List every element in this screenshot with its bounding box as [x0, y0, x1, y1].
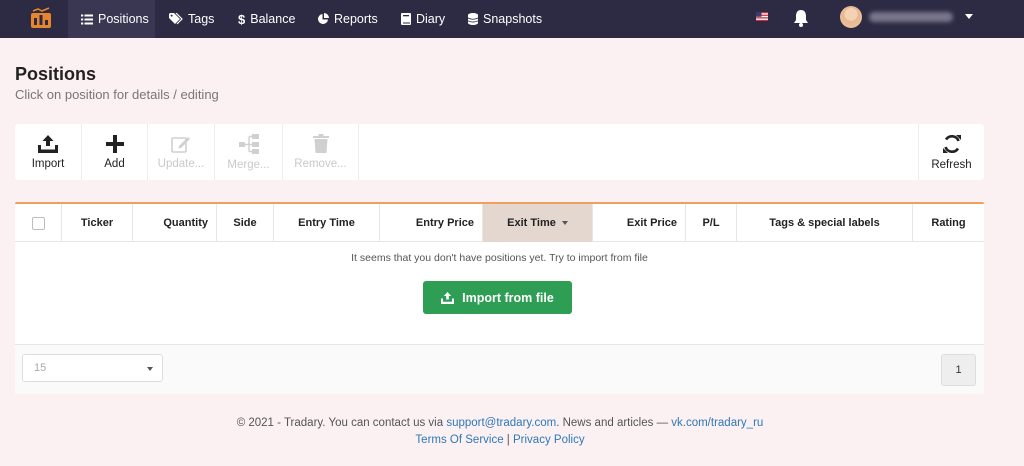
- page-size-value: 15: [34, 362, 47, 374]
- merge-button-label: Merge...: [227, 158, 270, 171]
- nav-positions[interactable]: Positions: [68, 0, 155, 38]
- list-icon: [81, 14, 93, 24]
- footer-separator: |: [503, 434, 513, 446]
- chevron-down-icon: [147, 367, 153, 371]
- table-header: Ticker Quantity Side Entry Time Entry Pr…: [15, 204, 984, 242]
- nav-balance[interactable]: $ Balance: [238, 0, 295, 38]
- nav-reports[interactable]: Reports: [317, 0, 378, 38]
- positions-table: Ticker Quantity Side Entry Time Entry Pr…: [15, 202, 984, 394]
- nav-reports-label: Reports: [334, 12, 378, 26]
- dollar-icon: $: [238, 11, 246, 27]
- add-button[interactable]: Add: [82, 124, 148, 180]
- privacy-link[interactable]: Privacy Policy: [513, 434, 585, 446]
- merge-icon: [238, 133, 259, 154]
- remove-button[interactable]: Remove...: [283, 124, 359, 180]
- refresh-icon: [942, 134, 961, 153]
- nav-snapshots-label: Snapshots: [483, 12, 543, 26]
- tradary-logo-icon[interactable]: [30, 7, 52, 29]
- col-ticker[interactable]: Ticker: [62, 204, 133, 242]
- table-footer: 15 1: [15, 344, 984, 394]
- select-all-cell: [15, 204, 62, 242]
- col-quantity[interactable]: Quantity: [133, 204, 217, 242]
- plus-icon: [105, 134, 124, 153]
- import-from-file-button[interactable]: Import from file: [423, 281, 572, 314]
- vk-link[interactable]: vk.com/tradary_ru: [671, 417, 763, 429]
- col-exit-price[interactable]: Exit Price: [593, 204, 686, 242]
- col-entry-time[interactable]: Entry Time: [274, 204, 380, 242]
- col-tags[interactable]: Tags & special labels: [737, 204, 913, 242]
- upload-icon: [441, 291, 455, 304]
- database-icon: [468, 13, 478, 25]
- col-entry-price[interactable]: Entry Price: [380, 204, 483, 242]
- add-button-label: Add: [104, 157, 125, 170]
- support-email-link[interactable]: support@tradary.com: [446, 417, 556, 429]
- nav-diary[interactable]: Diary: [401, 0, 445, 38]
- import-from-file-label: Import from file: [462, 290, 554, 305]
- col-pl[interactable]: P/L: [686, 204, 737, 242]
- trash-icon: [312, 134, 329, 153]
- nav-balance-label: Balance: [250, 12, 296, 26]
- select-all-checkbox[interactable]: [31, 216, 45, 230]
- nav-tags[interactable]: Tags: [169, 0, 214, 38]
- tag-icon: [169, 13, 183, 25]
- import-button-label: Import: [31, 157, 65, 170]
- terms-link[interactable]: Terms Of Service: [415, 434, 503, 446]
- footer-legal: Terms Of Service | Privacy Policy: [0, 434, 1000, 446]
- nav-positions-label: Positions: [98, 12, 149, 26]
- update-button-label: Update...: [157, 157, 205, 170]
- import-button[interactable]: Import: [15, 124, 82, 180]
- sort-desc-icon: [561, 221, 568, 225]
- username-blurred[interactable]: [869, 12, 953, 22]
- nav-tags-label: Tags: [188, 12, 215, 26]
- update-button[interactable]: Update...: [148, 124, 215, 180]
- user-avatar[interactable]: [840, 6, 862, 28]
- col-exit-time-label: Exit Time: [507, 217, 556, 229]
- bell-icon[interactable]: [793, 9, 809, 27]
- us-flag-icon[interactable]: [756, 12, 768, 21]
- positions-toolbar: Import Add Update... Merge... Remove...: [15, 124, 984, 180]
- pie-chart-icon: [318, 13, 329, 24]
- page-size-select[interactable]: 15: [22, 354, 163, 382]
- book-icon: [401, 13, 411, 25]
- col-rating[interactable]: Rating: [913, 204, 984, 242]
- merge-button[interactable]: Merge...: [215, 124, 283, 180]
- footer-contact: © 2021 - Tradary. You can contact us via…: [0, 417, 1000, 429]
- col-exit-time[interactable]: Exit Time: [483, 204, 593, 242]
- footer-copyright: © 2021 - Tradary. You can contact us via: [236, 417, 447, 429]
- chevron-down-icon[interactable]: [965, 14, 973, 19]
- nav-diary-label: Diary: [416, 12, 446, 26]
- refresh-button-label: Refresh: [931, 158, 972, 171]
- col-side[interactable]: Side: [217, 204, 274, 242]
- page-title: Positions: [15, 64, 97, 84]
- remove-button-label: Remove...: [294, 158, 347, 170]
- footer-news-text: . News and articles —: [556, 417, 672, 429]
- page-subtitle: Click on position for details / editing: [15, 87, 219, 102]
- top-navbar: Positions Tags $ Balance Reports Diary S…: [0, 0, 1024, 38]
- pagination-page-1[interactable]: 1: [941, 354, 976, 386]
- upload-icon: [38, 134, 58, 153]
- edit-icon: [171, 136, 190, 153]
- empty-state-message: It seems that you don't have positions y…: [351, 252, 648, 264]
- refresh-button[interactable]: Refresh: [918, 124, 984, 180]
- nav-snapshots[interactable]: Snapshots: [468, 0, 542, 38]
